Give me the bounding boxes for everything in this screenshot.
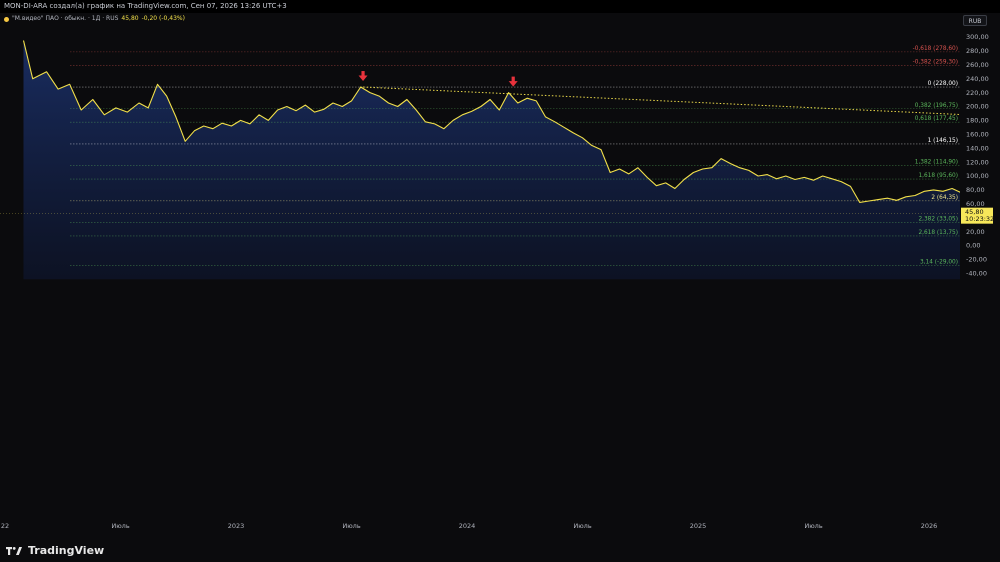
last-price-countdown: 10:23:32 <box>965 215 994 223</box>
x-axis[interactable]: 22Июль2023Июль2024Июль2025Июль2026Июль20… <box>1 522 1000 530</box>
fib-level-label: 0 (228,00) <box>928 81 958 87</box>
currency-label: RUB <box>968 18 982 25</box>
fib-level-label: 1 (146,15) <box>928 138 958 144</box>
fib-level-label: 1,382 (114,90) <box>915 160 958 166</box>
brand-name: TradingView <box>28 544 105 557</box>
y-tick-label: -20,00 <box>966 256 987 264</box>
y-tick-label: 140,00 <box>966 144 989 152</box>
y-tick-label: 200,00 <box>966 103 989 111</box>
y-tick-label: 80,00 <box>966 186 985 194</box>
y-tick-label: 120,00 <box>966 158 989 166</box>
x-tick-label: Июль <box>573 522 591 530</box>
legend-dot-icon <box>4 16 9 22</box>
x-tick-label: 2023 <box>228 522 245 530</box>
y-tick-label: 300,00 <box>966 33 989 41</box>
legend-price: 45,80 <box>121 15 139 22</box>
tradingview-logo-icon <box>6 546 22 555</box>
y-tick-label: 220,00 <box>966 89 989 97</box>
x-tick-label: Июль <box>804 522 822 530</box>
price-area-fill <box>23 40 1000 280</box>
tradingview-logo[interactable]: TradingView <box>6 544 104 557</box>
fib-level-label: 2,382 (33,05) <box>918 217 958 223</box>
fib-level-label: 2 (64,35) <box>931 195 958 201</box>
legend-change: -0,20 (-0,43%) <box>141 15 185 22</box>
down-arrow-icon <box>358 71 368 82</box>
footer-bar: TradingView <box>0 538 1000 562</box>
fib-level-label: 3,14 (-29,00) <box>920 260 958 266</box>
currency-badge[interactable]: RUB <box>963 15 987 26</box>
fib-level-label: -0,618 (278,60) <box>913 46 958 52</box>
x-tick-label: 2024 <box>459 522 476 530</box>
y-tick-label: -40,00 <box>966 270 987 278</box>
price-chart[interactable]: -0,618 (278,60) -0,382 (259,30) 0 (228,00)… <box>0 0 1000 538</box>
symbol-legend[interactable]: "М.видео" ПАО · обыкн. · 1Д · RUS 45,80 … <box>4 14 185 24</box>
publisher-bar: MON-DI-ARA создал(а) график на TradingVi… <box>0 0 1000 13</box>
y-tick-label: 100,00 <box>966 172 989 180</box>
fib-level-label: -0,382 (259,30) <box>913 59 958 65</box>
y-tick-label: 20,00 <box>966 228 985 236</box>
x-tick-label: Июль <box>342 522 360 530</box>
fib-level-label: 2,618 (13,75) <box>918 230 958 236</box>
y-tick-label: 240,00 <box>966 75 989 83</box>
x-tick-label: Июль <box>111 522 129 530</box>
y-tick-label: 60,00 <box>966 200 985 208</box>
y-tick-label: 280,00 <box>966 47 989 55</box>
y-tick-label: 260,00 <box>966 61 989 69</box>
y-tick-label: 0,00 <box>966 242 980 250</box>
fib-level-label: 0,382 (196,75) <box>915 103 958 109</box>
x-tick-label: 22 <box>1 522 9 530</box>
down-arrow-icon <box>508 76 518 87</box>
publisher-line: MON-DI-ARA создал(а) график на TradingVi… <box>4 2 287 10</box>
y-tick-label: 180,00 <box>966 117 989 125</box>
x-tick-label: 2025 <box>690 522 707 530</box>
fib-level-label: 0,618 (177,45) <box>915 116 958 122</box>
legend-symbol: "М.видео" ПАО · обыкн. · 1Д · RUS <box>12 15 119 22</box>
y-axis[interactable]: 300,00 280,00 260,00 240,00 220,00 200,00 180,… <box>960 0 1000 538</box>
y-tick-label: 160,00 <box>966 131 989 139</box>
price-area <box>23 40 1000 280</box>
fib-level-label: 1,618 (95,60) <box>918 173 958 179</box>
x-tick-label: 2026 <box>921 522 938 530</box>
